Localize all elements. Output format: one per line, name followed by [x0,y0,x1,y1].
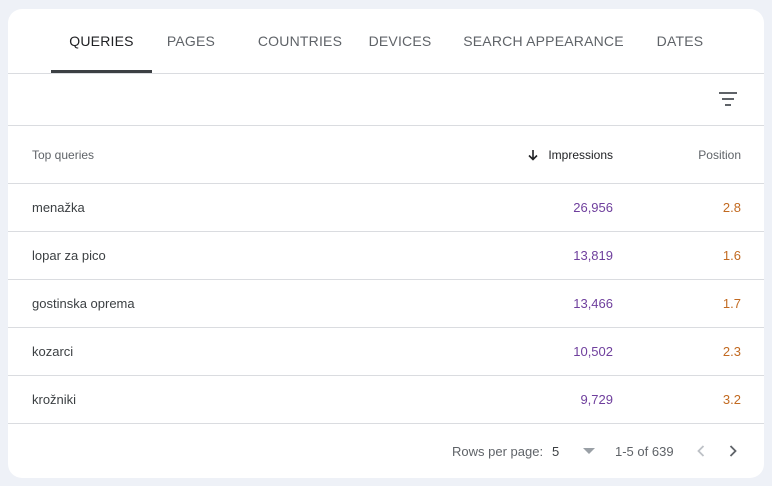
table-row[interactable]: krožniki 9,729 3.2 [8,376,764,424]
tab-queries[interactable]: QUERIES [51,9,152,73]
query-cell: menažka [32,200,85,215]
column-header-impressions-label: Impressions [548,147,613,162]
query-cell: gostinska oprema [32,296,135,311]
pagination-footer: Rows per page: 5 1-5 of 639 [8,424,764,478]
rows-per-page-value: 5 [552,443,560,459]
column-header-position[interactable]: Position [698,126,741,183]
impressions-cell: 13,819 [573,248,613,263]
tab-devices[interactable]: DEVICES [369,9,432,73]
chevron-right-icon [729,445,737,457]
tab-pages[interactable]: PAGES [152,9,230,73]
chevron-left-icon [697,445,705,457]
position-cell: 2.8 [722,200,741,215]
impressions-cell: 10,502 [573,344,613,359]
table-toolbar [8,74,764,126]
tab-dates[interactable]: DATES [638,9,722,73]
impressions-cell: 26,956 [573,200,613,215]
impressions-cell: 9,729 [580,392,613,407]
column-header-impressions[interactable]: Impressions [527,126,613,183]
impressions-cell: 13,466 [573,296,613,311]
table-row[interactable]: gostinska oprema 13,466 1.7 [8,280,764,328]
arrow-down-icon [528,149,538,161]
table-header: Top queries Impressions Position [8,126,764,184]
rows-per-page-select[interactable]: 5 [552,424,598,478]
table-row[interactable]: kozarci 10,502 2.3 [8,328,764,376]
rows-per-page-label: Rows per page: [452,443,544,459]
position-cell: 3.2 [722,392,741,407]
dropdown-caret-icon [583,448,595,454]
tab-bar: QUERIES PAGES COUNTRIES DEVICES SEARCH A… [8,9,764,74]
prev-page-button[interactable] [687,437,715,465]
position-cell: 1.7 [722,296,741,311]
table-row[interactable]: menažka 26,956 2.8 [8,184,764,232]
tab-search-appearance[interactable]: SEARCH APPEARANCE [452,9,635,73]
pagination-range: 1-5 of 639 [615,443,674,459]
query-cell: kozarci [32,344,74,359]
filter-list-icon[interactable] [711,83,745,117]
query-cell: krožniki [32,392,77,407]
tab-countries[interactable]: COUNTRIES [230,9,370,73]
column-header-query: Top queries [32,147,95,162]
query-cell: lopar za pico [32,248,106,263]
position-cell: 1.6 [722,248,741,263]
next-page-button[interactable] [719,437,747,465]
performance-card: QUERIES PAGES COUNTRIES DEVICES SEARCH A… [8,9,764,478]
table-row[interactable]: lopar za pico 13,819 1.6 [8,232,764,280]
active-tab-indicator [51,70,152,73]
position-cell: 2.3 [722,344,741,359]
